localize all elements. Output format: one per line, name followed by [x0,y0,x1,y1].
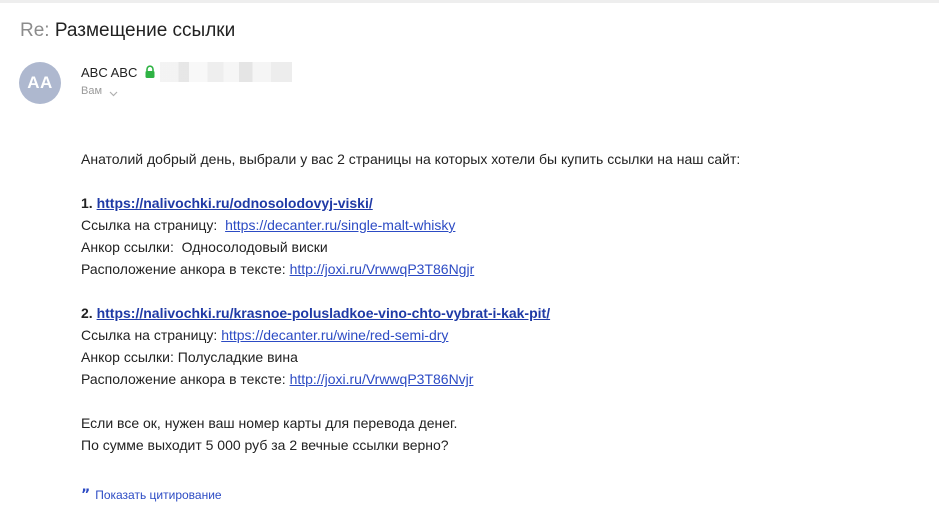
subject-prefix: Re: [20,20,50,41]
item-2-url-link[interactable]: https://nalivochki.ru/krasnoe-polusladko… [97,305,551,321]
avatar-initials: AA [27,73,53,92]
recipient-line[interactable]: Вам [81,85,118,97]
item-1-page-link[interactable]: https://decanter.ru/single-malt-whisky [225,217,455,233]
item-2-location-label: Расположение анкора в тексте: [81,371,286,387]
item-1-anchor-label: Анкор ссылки: [81,239,174,255]
item-2-anchor-line: Анкор ссылки: Полусладкие вина [81,346,921,368]
recipient-label: Вам [81,85,103,97]
item-1-header: 1. https://nalivochki.ru/odnosolodovyj-v… [81,192,921,214]
top-divider [0,0,939,3]
sender-line: ABC ABC [81,62,293,82]
item-1-anchor-line: Анкор ссылки: Односолодовый виски [81,236,921,258]
item-1-page-label: Ссылка на страницу: [81,217,218,233]
item-1-location-line: Расположение анкора в тексте: http://jox… [81,258,921,280]
item-1-page-line: Ссылка на страницу: https://decanter.ru/… [81,214,921,236]
item-2-page-link[interactable]: https://decanter.ru/wine/red-semi-dry [221,327,448,343]
show-quote-label: Показать цитирование [95,488,222,502]
item-1-url-link[interactable]: https://nalivochki.ru/odnosolodovyj-visk… [97,195,373,211]
redacted-sender-address [160,62,293,82]
lock-icon [144,65,156,79]
closing-line-2: По сумме выходит 5 000 руб за 2 вечные с… [81,437,449,453]
item-2-anchor-value: Полусладкие вина [177,349,298,365]
sender-name[interactable]: ABC ABC [81,65,137,80]
item-1-anchor-value: Односолодовый виски [181,239,328,255]
message-body: Анатолий добрый день, выбрали у вас 2 ст… [81,148,921,456]
item-2-header: 2. https://nalivochki.ru/krasnoe-polusla… [81,302,921,324]
quote-icon: ” [81,487,91,503]
item-1-number: 1. [81,195,93,211]
show-quote-button[interactable]: ” Показать цитирование [81,487,222,503]
chevron-down-icon[interactable] [109,88,118,97]
item-2-location-link[interactable]: http://joxi.ru/VrwwqP3T86Nvjr [290,371,474,387]
item-1-location-label: Расположение анкора в тексте: [81,261,286,277]
item-2-number: 2. [81,305,93,321]
item-2-anchor-label: Анкор ссылки: [81,349,174,365]
intro-text: Анатолий добрый день, выбрали у вас 2 ст… [81,151,741,167]
email-subject: Re: Размещение ссылки [20,18,235,44]
sender-avatar[interactable]: AA [19,62,61,104]
item-2-location-line: Расположение анкора в тексте: http://jox… [81,368,921,390]
item-2-page-label: Ссылка на страницу: [81,327,218,343]
subject-title: Размещение ссылки [54,20,236,41]
item-1-location-link[interactable]: http://joxi.ru/VrwwqP3T86Ngjr [290,261,475,277]
closing-line-1: Если все ок, нужен ваш номер карты для п… [81,415,458,431]
item-2-page-line: Ссылка на страницу: https://decanter.ru/… [81,324,921,346]
